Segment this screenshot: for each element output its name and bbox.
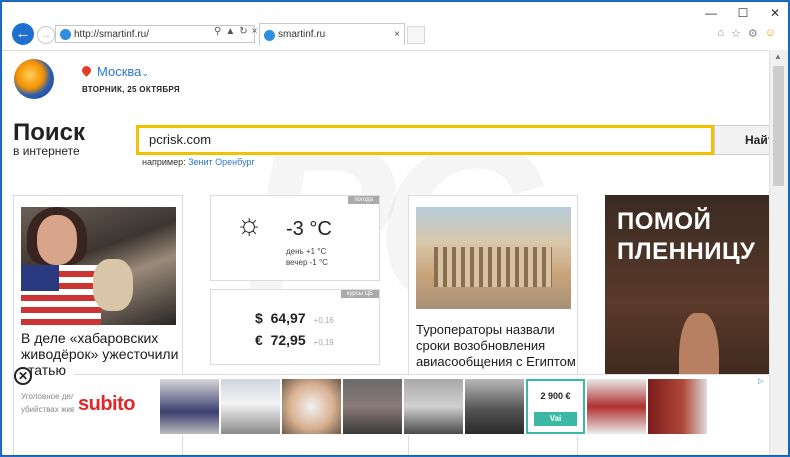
usd-change: +0,16 <box>313 316 334 325</box>
ad-banner-text: ПОМОЙ ПЛЕННИЦУ <box>617 208 756 265</box>
arrow-right-icon: → <box>40 29 52 41</box>
tab-title: smartinf.ru <box>278 29 326 40</box>
news-photo[interactable] <box>416 207 571 309</box>
city-selector[interactable]: Москва⌄ <box>80 64 149 79</box>
vertical-scrollbar[interactable]: ▲ <box>769 50 788 455</box>
search-icon[interactable]: ⚲ <box>214 26 225 37</box>
search-example: например: Зенит Оренбург <box>142 157 255 167</box>
currency-tag: курсы ЦБ <box>340 290 379 298</box>
browser-tools: ⌂ ☆ ⚙ ☺ <box>717 27 776 40</box>
overlay-ad[interactable]: subito 2 900 € Vai ▷ <box>74 374 770 435</box>
news-title[interactable]: Туроператоры назвали сроки возобновления… <box>416 322 576 370</box>
city-name: Москва <box>97 64 142 79</box>
location-pin-icon <box>80 64 93 77</box>
ad-thumb-car[interactable] <box>160 379 219 434</box>
arrow-left-icon: ← <box>15 25 31 42</box>
refresh-icon[interactable]: ↻ <box>239 26 251 37</box>
dollar-icon: $ <box>255 310 263 326</box>
site-logo-icon[interactable] <box>14 59 54 99</box>
back-button[interactable]: ← <box>12 23 34 45</box>
weather-widget[interactable]: погода ☼ -3 °C день +1 °C вечер -1 °C <box>210 195 380 281</box>
photo-temple <box>434 247 552 287</box>
ad-thumb-puppy[interactable] <box>282 379 341 434</box>
ad-thumb-doors[interactable] <box>404 379 463 434</box>
photo-shirt <box>21 265 101 325</box>
star-icon[interactable]: ☆ <box>731 27 741 40</box>
brand-title: Поиск <box>13 119 86 146</box>
site-favicon-icon <box>60 29 71 40</box>
tab-favicon-icon <box>264 30 275 41</box>
current-date: ВТОРНИК, 25 ОКТЯБРЯ <box>82 85 180 94</box>
browser-window: — ☐ ✕ ← → http://smartinf.ru/ ⚲▲↻× smart… <box>1 1 789 456</box>
scroll-up-icon[interactable]: ▲ <box>774 52 782 61</box>
subito-logo[interactable]: subito <box>78 393 136 416</box>
home-icon[interactable]: ⌂ <box>717 27 724 40</box>
weather-evening: вечер -1 °C <box>286 258 328 267</box>
address-url: http://smartinf.ru/ <box>74 29 150 40</box>
maximize-button[interactable]: ☐ <box>736 6 750 20</box>
search-button[interactable]: Найти <box>714 125 770 155</box>
close-ad-button[interactable]: ✕ <box>14 367 32 385</box>
page-content: PC Москва⌄ ВТОРНИК, 25 ОКТЯБРЯ Поиск в и… <box>2 51 770 455</box>
example-label: например: <box>142 157 186 167</box>
ad-thumb-cabinet[interactable] <box>648 379 707 434</box>
new-tab-button[interactable] <box>407 26 425 44</box>
ad-price-tile[interactable]: 2 900 € Vai <box>526 379 585 434</box>
ad-thumbnails: 2 900 € Vai <box>160 379 707 434</box>
photo-dog <box>93 259 133 311</box>
eur-rate: € 72,95 +0,19 <box>255 332 334 348</box>
smiley-icon[interactable]: ☺ <box>765 27 776 40</box>
window-controls: — ☐ ✕ <box>704 6 782 20</box>
tab-smartinf[interactable]: smartinf.ru × <box>259 23 405 45</box>
ad-cta-button[interactable]: Vai <box>534 412 577 426</box>
euro-icon: € <box>255 332 263 348</box>
weather-temp: -3 °C <box>286 218 332 240</box>
browser-toolbar: ← → http://smartinf.ru/ ⚲▲↻× smartinf.ru… <box>2 20 788 51</box>
weather-tag: погода <box>348 196 379 204</box>
ad-thumb-car[interactable] <box>343 379 402 434</box>
ad-thumb-motorcycle[interactable] <box>587 379 646 434</box>
currency-widget[interactable]: курсы ЦБ $ 64,97 +0,16 € 72,95 +0,19 <box>210 289 380 365</box>
tab-close-icon[interactable]: × <box>394 24 400 46</box>
ad-price: 2 900 € <box>540 391 571 401</box>
scrollbar-thumb[interactable] <box>773 66 784 186</box>
ad-thumb-car[interactable] <box>465 379 524 434</box>
close-window-button[interactable]: ✕ <box>768 6 782 20</box>
usd-value: 64,97 <box>270 310 306 326</box>
example-link[interactable]: Зенит Оренбург <box>188 157 255 167</box>
eur-value: 72,95 <box>270 332 306 348</box>
search-input[interactable]: pcrisk.com <box>136 125 714 155</box>
gear-icon[interactable]: ⚙ <box>748 27 758 40</box>
adchoices-icon[interactable]: ▷ <box>758 377 766 385</box>
eur-change: +0,19 <box>313 338 334 347</box>
weather-day: день +1 °C <box>286 247 327 256</box>
chevron-down-icon: ⌄ <box>141 68 149 78</box>
sun-icon: ☼ <box>235 208 263 241</box>
minimize-button[interactable]: — <box>704 6 718 20</box>
news-title[interactable]: В деле «хабаровских живодёрок» ужесточил… <box>21 330 181 378</box>
news-photo[interactable] <box>21 207 176 325</box>
ad-thumb-camper[interactable] <box>221 379 280 434</box>
forward-button[interactable]: → <box>37 26 55 44</box>
brand-subtitle: в интернете <box>13 144 80 158</box>
lock-icon[interactable]: ▲ <box>225 26 239 37</box>
search-brand: Поиск в интернете <box>13 119 86 159</box>
address-actions: ⚲▲↻× <box>214 26 261 37</box>
usd-rate: $ 64,97 +0,16 <box>255 310 334 326</box>
photo-face <box>37 215 77 265</box>
